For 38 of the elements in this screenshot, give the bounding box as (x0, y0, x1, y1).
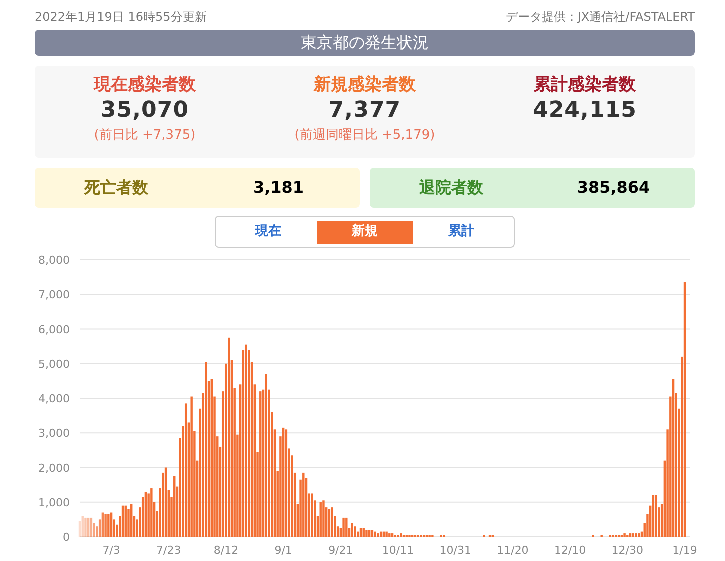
section-title: 東京都の発生状況 (35, 30, 695, 56)
x-tick-label: 12/30 (612, 544, 644, 557)
y-tick-label: 7,000 (38, 288, 70, 302)
stat-label: 新規感染者数 (314, 74, 416, 96)
y-tick-label: 2,000 (38, 462, 70, 475)
x-tick-label: 10/31 (440, 544, 472, 557)
stat-value: 7,377 (328, 97, 402, 125)
stat-label: 現在感染者数 (94, 74, 196, 96)
x-tick-label: 1/19 (672, 544, 698, 557)
y-tick-label: 6,000 (38, 323, 70, 336)
y-tick-label: 4,000 (38, 392, 70, 406)
x-tick-label: 11/20 (497, 544, 529, 557)
x-tick-label: 7/3 (102, 544, 120, 557)
stat-label: 累計感染者数 (534, 74, 636, 96)
x-tick-label: 10/11 (382, 544, 414, 557)
y-tick-label: 3,000 (38, 427, 70, 440)
data-source: データ提供：JX通信社/FASTALERT (506, 9, 695, 26)
x-tick-label: 7/23 (156, 544, 182, 557)
y-tick-label: 1,000 (38, 496, 70, 510)
total-label: 退院者数 (418, 177, 484, 199)
update-time: 2022年1月19日 16時55分更新 (35, 9, 207, 26)
x-tick-label: 8/12 (214, 544, 239, 557)
x-tick-label: 9/21 (328, 544, 354, 557)
y-tick-label: 5,000 (38, 358, 70, 371)
y-tick-label: 8,000 (38, 254, 70, 267)
chart-tab[interactable]: 新規 (316, 220, 414, 244)
stat-value: 424,115 (532, 97, 638, 125)
stat-change: (前週同曜日比 +5,179) (294, 127, 436, 145)
x-tick-label: 9/1 (274, 544, 292, 557)
total-value: 3,181 (252, 177, 306, 199)
y-tick-label: 0 (63, 531, 70, 544)
chart-tab[interactable]: 累計 (413, 220, 510, 244)
x-tick-label: 12/10 (554, 544, 586, 557)
total-label: 死亡者数 (83, 177, 150, 199)
stat-change: (前日比 +7,375) (94, 127, 196, 145)
stat-value: 35,070 (100, 97, 190, 125)
chart-tab[interactable]: 現在 (220, 220, 317, 244)
total-value: 385,864 (576, 177, 652, 199)
